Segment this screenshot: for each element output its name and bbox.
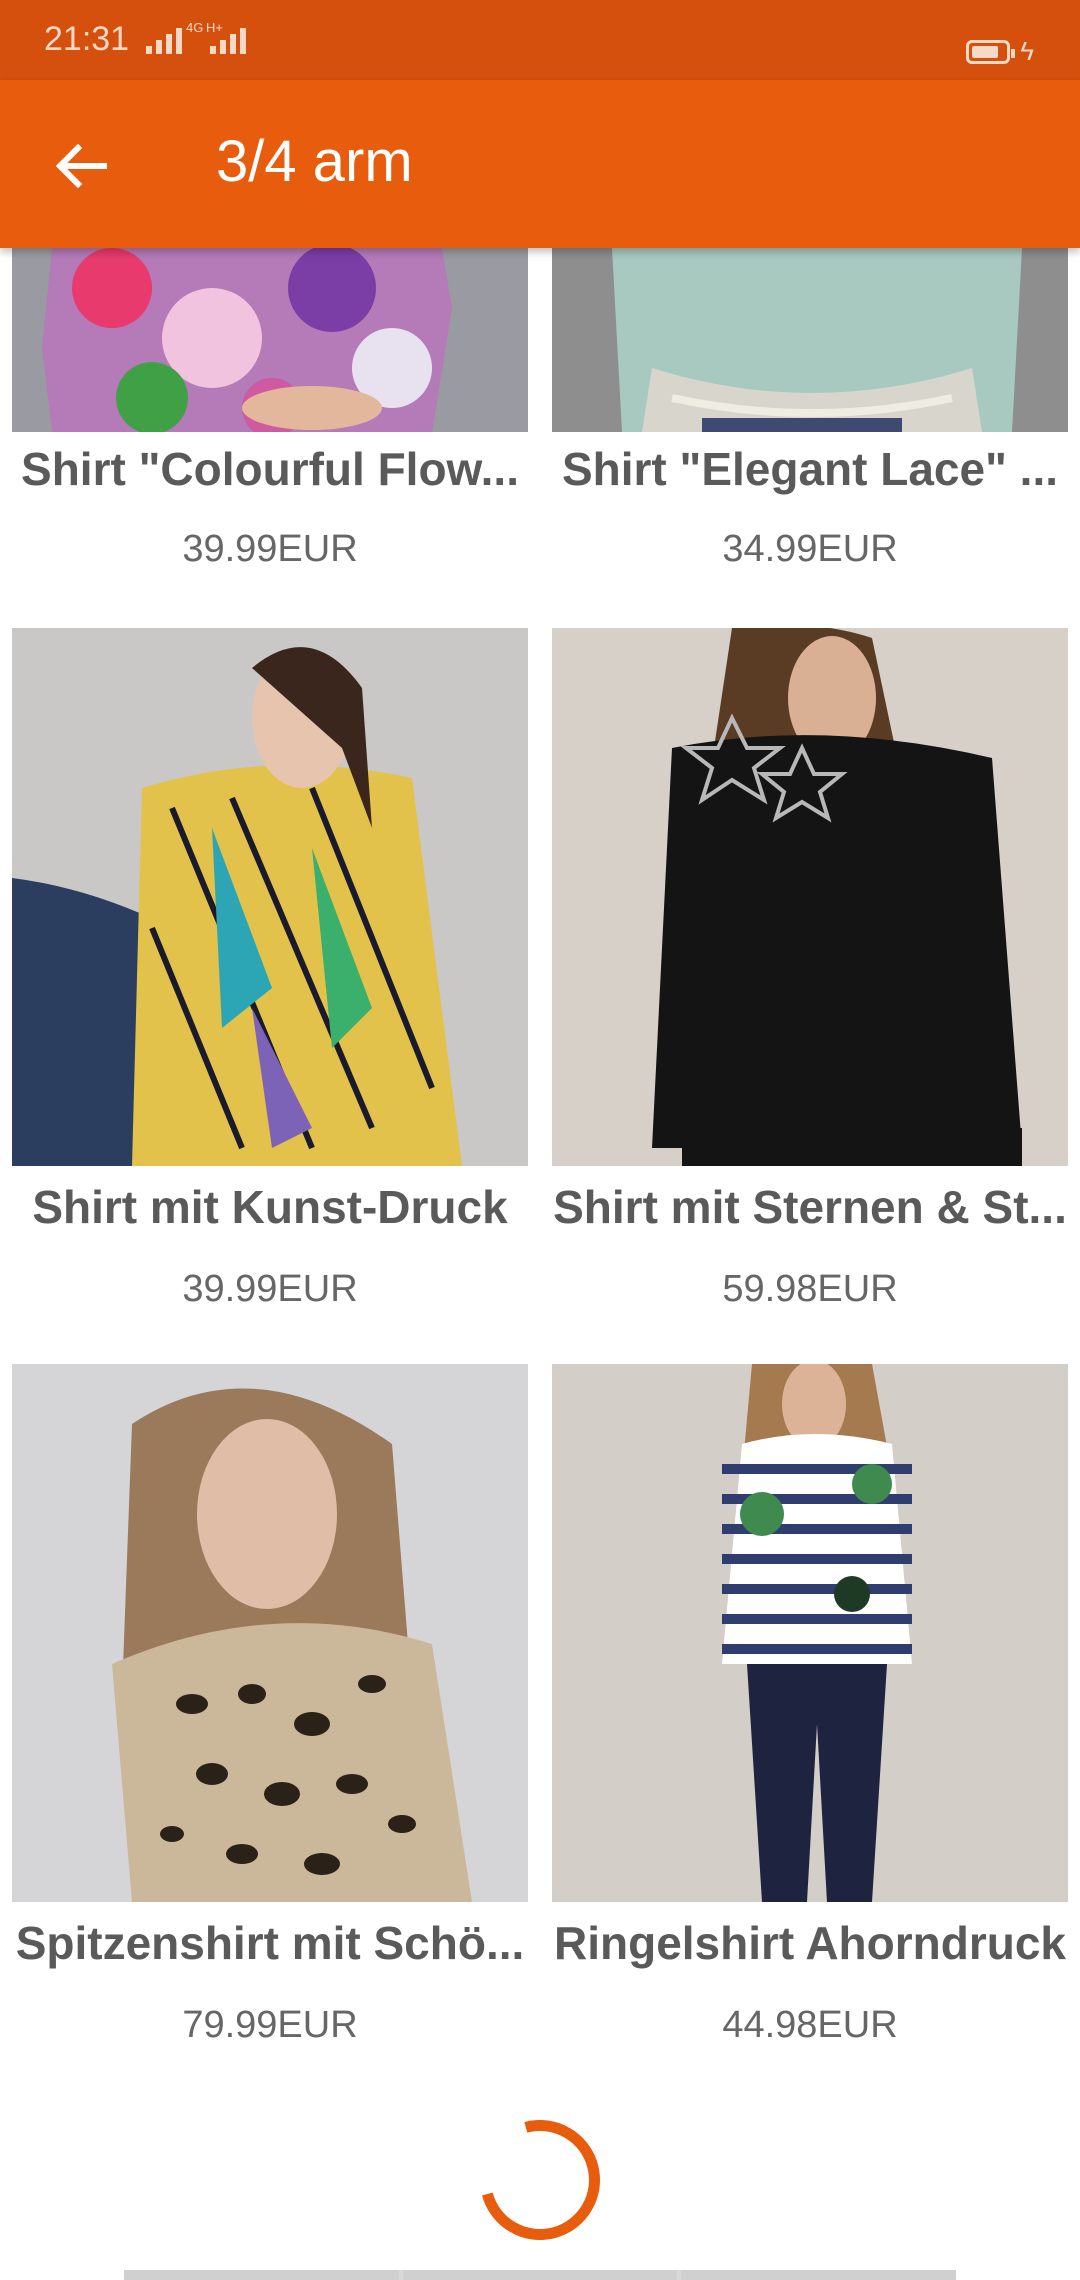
product-card[interactable]: Shirt "Colourful Flow... 39.99EUR <box>12 248 528 608</box>
product-price: 59.98EUR <box>722 1268 898 1310</box>
product-name: Shirt mit Sternen & St... <box>553 1181 1067 1233</box>
status-time: 21:31 <box>44 20 130 58</box>
product-name: Shirt mit Kunst-Druck <box>32 1181 508 1233</box>
product-image <box>12 248 528 432</box>
network-type-1: 4G <box>186 20 204 35</box>
status-bar: 21:31 4G H+ ϟ <box>0 0 1080 80</box>
signal-icon <box>146 28 182 54</box>
product-price: 44.98EUR <box>722 2004 898 2046</box>
loading-spinner <box>458 2098 622 2262</box>
battery-icon <box>966 40 1015 64</box>
arrow-left-icon <box>55 143 107 189</box>
product-image <box>552 628 1068 1166</box>
app-bar: 3/4 arm <box>0 80 1080 248</box>
product-image <box>12 1364 528 1902</box>
nav-segment[interactable] <box>124 2270 399 2280</box>
product-image <box>12 628 528 1166</box>
product-name: Spitzenshirt mit Schö... <box>15 1917 525 1969</box>
product-name: Shirt "Elegant Lace" ... <box>561 443 1059 495</box>
product-price: 39.99EUR <box>182 528 358 570</box>
product-price: 34.99EUR <box>722 528 898 570</box>
product-image <box>552 1364 1068 1902</box>
product-card[interactable]: Shirt mit Kunst-Druck 39.99EUR <box>12 628 528 1328</box>
nav-segment[interactable] <box>402 2270 678 2280</box>
product-name: Ringelshirt Ahorndruck <box>554 1917 1066 1969</box>
product-card[interactable]: Spitzenshirt mit Schö... 79.99EUR <box>12 1364 528 2064</box>
product-price: 79.99EUR <box>182 2004 358 2046</box>
product-image <box>552 248 1068 432</box>
product-card[interactable]: Shirt "Elegant Lace" ... 34.99EUR <box>552 248 1068 608</box>
signal-icon-2 <box>210 28 246 54</box>
product-name: Shirt "Colourful Flow... <box>21 443 519 495</box>
product-price: 39.99EUR <box>182 1268 358 1310</box>
product-card[interactable]: Ringelshirt Ahorndruck 44.98EUR <box>552 1364 1068 2064</box>
product-card[interactable]: Shirt mit Sternen & St... 59.98EUR <box>552 628 1068 1328</box>
back-button[interactable] <box>50 134 114 198</box>
nav-segment[interactable] <box>681 2270 957 2280</box>
page-title: 3/4 arm <box>216 129 413 194</box>
charging-icon: ϟ <box>1020 36 1034 66</box>
bottom-navigation-bar <box>124 2270 957 2280</box>
